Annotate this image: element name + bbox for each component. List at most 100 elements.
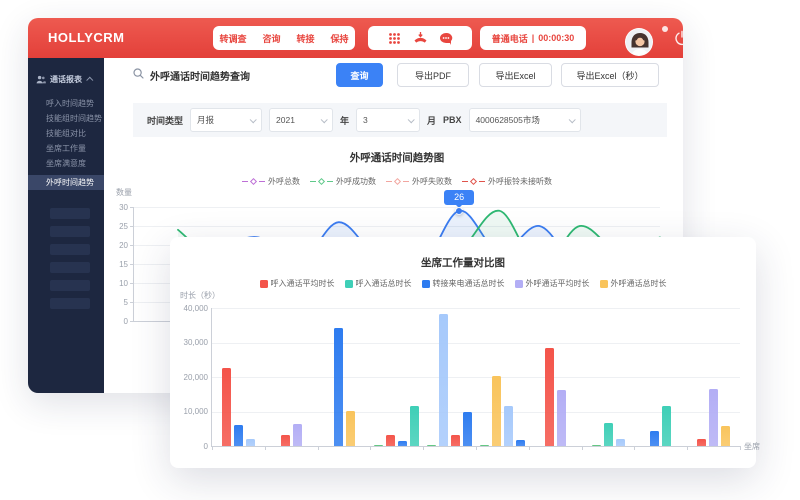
chevron-down-icon [321,116,328,123]
bar-green[interactable] [374,445,383,447]
legend-swatch-icon [345,280,353,288]
bar-green[interactable] [427,445,436,447]
hold-button[interactable]: 保持 [323,32,357,45]
line-chart-y-tick: 15 [108,260,128,269]
line-chart-title: 外呼通话时间趋势图 [134,150,660,165]
legend-label: 外呼成功数 [336,176,376,187]
sidebar: 通话报表 呼入时间趋势 技能组时间趋势 技能组对比 坐席工作量 坐席满意度 外呼… [28,58,104,393]
legend-line-icon [462,181,468,182]
legend-line-icon [403,181,409,182]
pbx-select[interactable]: 4000628505市场 [469,108,581,132]
bar-teal[interactable] [662,406,671,446]
bar-purple[interactable] [709,389,718,446]
export-pdf-button[interactable]: 导出PDF [397,63,469,87]
bar-teal[interactable] [410,406,419,446]
year-unit-label: 年 [340,114,349,127]
bar-lightblue[interactable] [616,439,625,446]
bar-chart-x-tick [476,446,477,450]
bar-yellow[interactable] [492,376,501,446]
sidebar-item-outbound-trend[interactable]: 外呼时间趋势 [28,175,104,190]
bar-chart-y-tick: 40,000 [176,304,208,313]
pbx-label: PBX [443,115,462,125]
bar-red[interactable] [386,435,395,446]
dialpad-icon[interactable] [381,32,407,45]
chat-icon[interactable] [433,32,459,45]
bar-blue[interactable] [516,440,525,446]
line-chart-y-tick: 0 [108,317,128,326]
bar-chart-gridline [212,412,740,413]
bar-green[interactable] [592,445,601,447]
line-legend-item-1[interactable]: 外呼成功数 [310,176,376,187]
bar-chart-y-tick: 10,000 [176,407,208,416]
month-select[interactable]: 3 [356,108,420,132]
call-timer: 00:00:30 [538,33,574,43]
bar-legend-item-2[interactable]: 转接来电通话总时长 [422,278,505,289]
bar-legend-item-1[interactable]: 呼入通话总时长 [345,278,412,289]
month-unit-label: 月 [427,114,436,127]
legend-line-icon [259,181,265,182]
year-select[interactable]: 2021 [269,108,333,132]
time-type-select[interactable]: 月报 [190,108,262,132]
query-button[interactable]: 查询 [336,63,383,87]
bar-blue[interactable] [334,328,343,446]
sidebar-item-skillgroup-compare[interactable]: 技能组对比 [28,126,104,141]
bar-red[interactable] [222,368,231,446]
legend-diamond-icon [250,178,257,185]
line-legend-item-2[interactable]: 外呼失败数 [386,176,452,187]
sidebar-item-agent-workload[interactable]: 坐席工作量 [28,141,104,156]
legend-diamond-icon [394,178,401,185]
bar-green[interactable] [480,445,489,447]
bar-blue[interactable] [463,412,472,446]
bar-red[interactable] [697,439,706,446]
bar-legend-item-0[interactable]: 呼入通话平均时长 [260,278,335,289]
sidebar-group-call-reports[interactable]: 通话报表 [28,68,104,90]
bar-lightblue[interactable] [439,314,448,446]
consult-button[interactable]: 咨询 [254,32,288,45]
bar-legend-item-4[interactable]: 外呼通话总时长 [600,278,667,289]
power-icon[interactable] [674,30,683,46]
bar-chart-x-tick [634,446,635,450]
bar-red[interactable] [451,435,460,446]
bar-red[interactable] [281,435,290,446]
legend-label: 呼入通话总时长 [356,278,412,289]
line-chart-y-tick: 5 [108,298,128,307]
bar-yellow[interactable] [346,411,355,446]
bar-chart-x-tick [687,446,688,450]
export-excel-seconds-button[interactable]: 导出Excel（秒） [561,63,659,87]
sidebar-item-inbound-trend[interactable]: 呼入时间趋势 [28,96,104,111]
avatar[interactable] [625,28,653,56]
skeleton-block [50,262,90,273]
bar-blue[interactable] [398,441,407,446]
sidebar-item-agent-satisfaction[interactable]: 坐席满意度 [28,156,104,171]
bar-legend-item-3[interactable]: 外呼通话平均时长 [515,278,590,289]
skeleton-block [50,208,90,219]
bar-red[interactable] [545,348,554,446]
bar-blue[interactable] [234,425,243,446]
bar-purple[interactable] [293,424,302,446]
bar-lightblue[interactable] [504,406,513,446]
bar-chart-title: 坐席工作量对比图 [170,255,756,270]
bar-chart-x-tick [212,446,213,450]
legend-label: 外呼振铃未接听数 [488,176,552,187]
legend-swatch-icon [260,280,268,288]
bar-blue[interactable] [650,431,659,446]
bar-lightblue[interactable] [246,439,255,446]
call-action-pill: 转调查 咨询 转接 保持 [213,26,355,50]
export-excel-button[interactable]: 导出Excel [479,63,552,87]
transfer-survey-button[interactable]: 转调查 [211,32,254,45]
bar-teal[interactable] [604,423,613,446]
line-legend-item-3[interactable]: 外呼振铃未接听数 [462,176,552,187]
filter-bar: 时间类型 月报 2021 年 3 月 PBX 4000628505市场 [133,103,667,137]
chevron-down-icon [250,116,257,123]
bar-chart-gridline [212,377,740,378]
hangup-call-icon[interactable] [407,31,433,45]
sidebar-item-skillgroup-trend[interactable]: 技能组时间趋势 [28,111,104,126]
legend-swatch-icon [515,280,523,288]
transfer-button[interactable]: 转接 [289,32,323,45]
pbx-value: 4000628505市场 [476,114,540,126]
phone-tools-pill [368,26,472,50]
bar-purple[interactable] [557,390,566,446]
legend-swatch-icon [600,280,608,288]
bar-yellow[interactable] [721,426,730,446]
line-legend-item-0[interactable]: 外呼总数 [242,176,300,187]
